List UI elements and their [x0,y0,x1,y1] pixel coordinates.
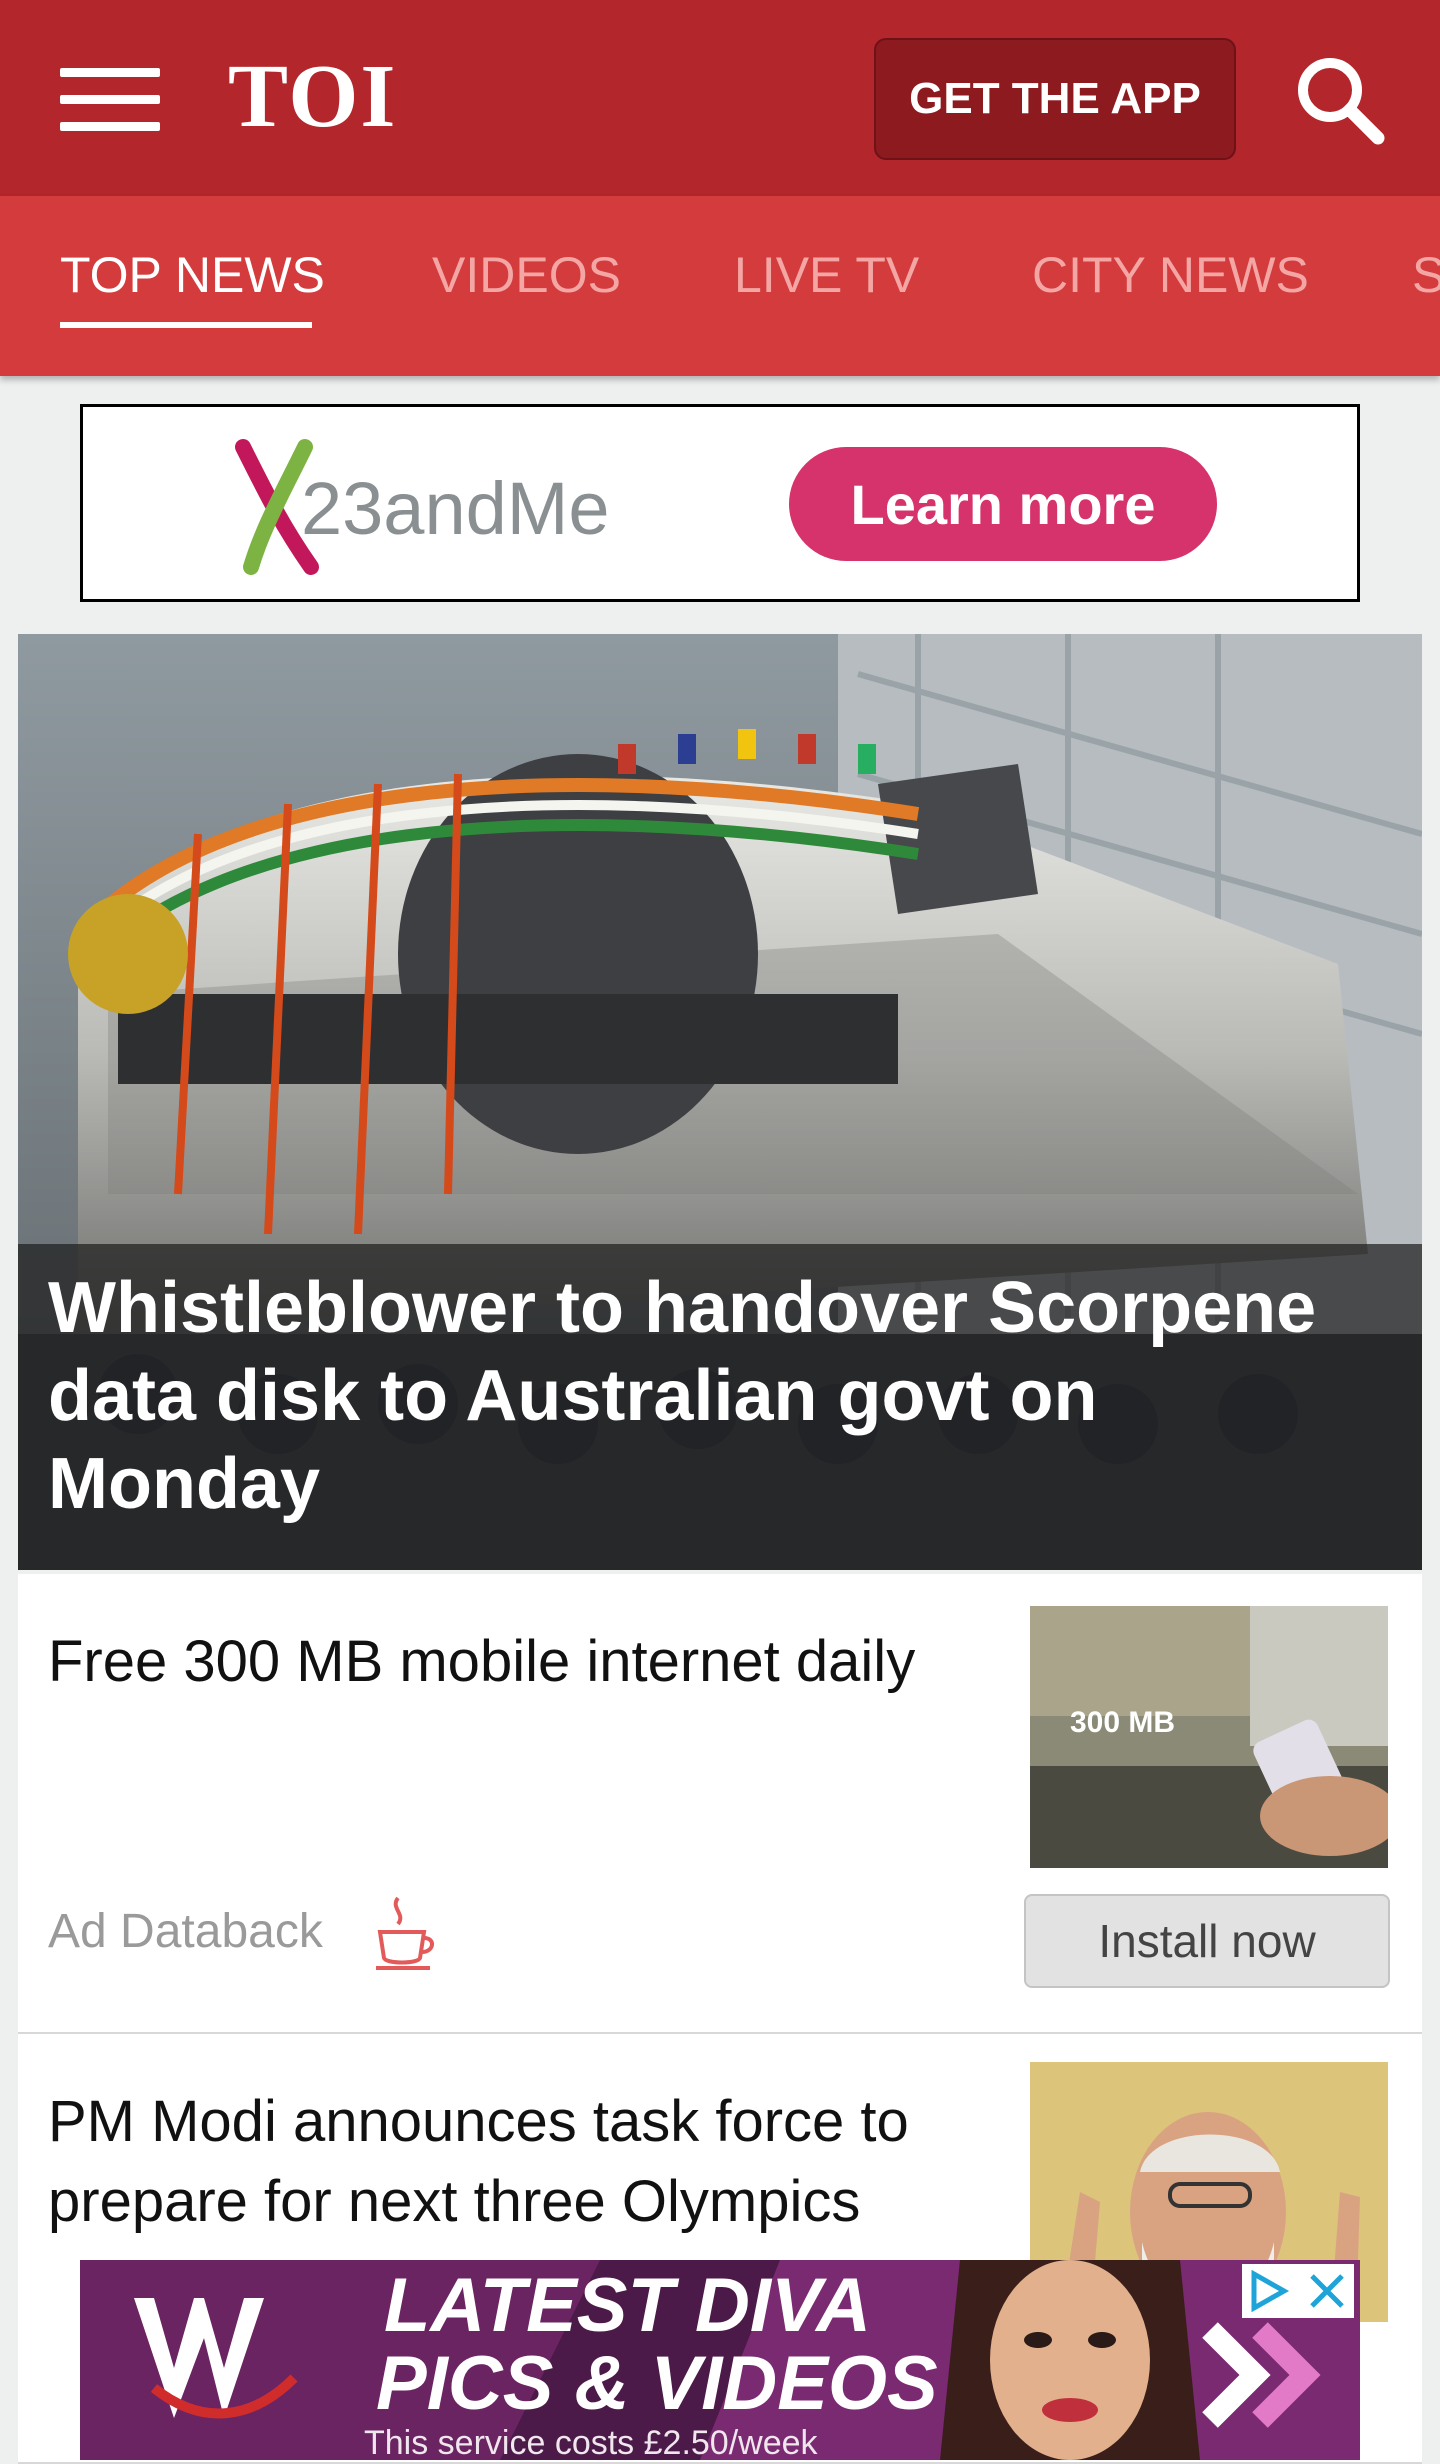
sponsored-thumbnail[interactable]: 300 MB [1030,1606,1388,1868]
app-header: TOI GET THE APP [0,0,1440,196]
bottom-banner-ad[interactable]: LATEST DIVA PICS & VIDEOS This service c… [80,2260,1360,2460]
wwe-logo-icon [134,2298,298,2419]
search-icon[interactable] [1290,50,1390,150]
category-tabs: TOP NEWS VIDEOS LIVE TV CITY NEWS S [0,196,1440,376]
learn-more-button[interactable]: Learn more [789,447,1217,561]
tab-live-tv[interactable]: LIVE TV [734,246,919,304]
adchoices-icon[interactable] [1242,2264,1298,2318]
menu-icon[interactable] [60,68,160,132]
adchoices-controls [1242,2264,1354,2318]
hero-story[interactable]: Whistleblower to handover Scorpene data … [18,634,1422,1570]
bottom-ad-fine-print: This service costs £2.50/week [364,2424,818,2460]
story-title[interactable]: PM Modi announces task force to prepare … [48,2082,1008,2242]
sponsored-card[interactable]: Free 300 MB mobile internet daily 300 MB… [18,1574,1422,2034]
ad-sponsor-label: Ad Databack [48,1905,323,1958]
bottom-ad-photo [940,2260,1200,2460]
double-chevron-icon[interactable] [1200,2320,1330,2430]
tab-city-news[interactable]: CITY NEWS [1032,246,1309,304]
thumbnail-text: 300 MB [1070,1706,1175,1739]
hero-headline[interactable]: Whistleblower to handover Scorpene data … [48,1264,1388,1528]
top-banner-ad[interactable]: 23andMe Learn more [80,404,1360,602]
tab-videos[interactable]: VIDEOS [432,246,621,304]
tab-top-news[interactable]: TOP NEWS [60,246,325,304]
close-icon[interactable] [1300,2264,1354,2318]
tab-next-partial[interactable]: S [1412,246,1440,304]
sponsored-title[interactable]: Free 300 MB mobile internet daily [48,1622,1008,1702]
bottom-ad-headline-2: PICS & VIDEOS [376,2341,938,2426]
bottom-ad-headline-1: LATEST DIVA [384,2263,871,2348]
site-logo[interactable]: TOI [228,42,397,152]
get-the-app-button[interactable]: GET THE APP [874,38,1236,160]
coffee-cup-icon [376,1896,434,1970]
ad-brand-name: 23andMe [301,467,610,550]
install-now-button[interactable]: Install now [1024,1894,1390,1988]
active-tab-indicator [60,322,312,328]
